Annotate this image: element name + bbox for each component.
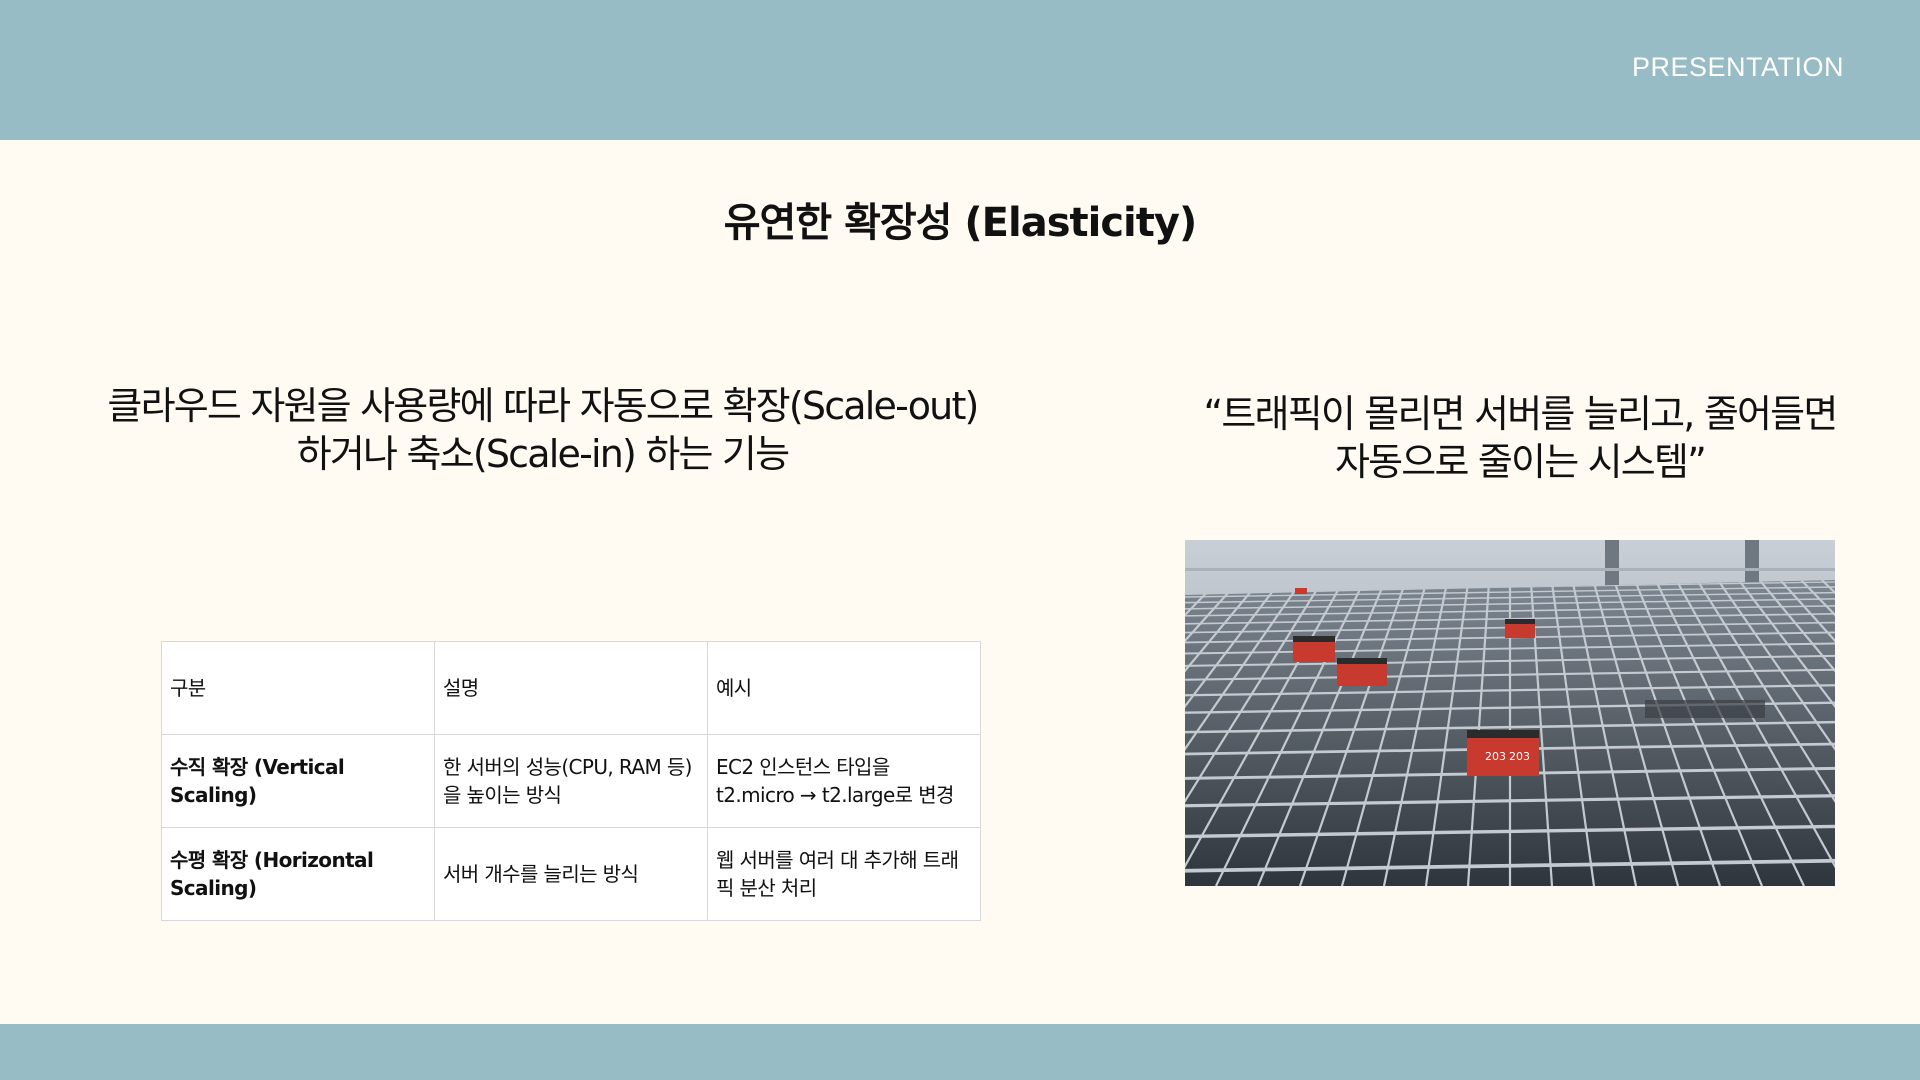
row-category-vertical: 수직 확장 (Vertical Scaling) <box>161 734 435 828</box>
lead-text: 클라우드 자원을 사용량에 따라 자동으로 확장(Scale-out) 하거나 … <box>100 382 985 478</box>
lead-line-1: 클라우드 자원을 사용량에 따라 자동으로 확장(Scale-out) <box>107 384 979 428</box>
robot <box>1295 588 1307 594</box>
brand-label: PRESENTATION <box>1631 52 1844 82</box>
row-example-vertical: EC2 인스턴스 타입을 t2.micro → t2.large로 변경 <box>707 734 981 828</box>
robot: 203 203 <box>1467 730 1539 776</box>
robot <box>1505 619 1535 638</box>
header-cell-example: 예시 <box>707 641 981 735</box>
header-cell-category: 구분 <box>161 641 435 735</box>
table-row: 수평 확장 (Horizontal Scaling) 서버 개수를 늘리는 방식… <box>161 827 981 921</box>
robot-label: 203 <box>1485 750 1506 763</box>
table-row: 수직 확장 (Vertical Scaling) 한 서버의 성능(CPU, R… <box>161 734 981 828</box>
row-description-vertical: 한 서버의 성능(CPU, RAM 등)을 높이는 방식 <box>434 734 708 828</box>
wall-pillar <box>1605 540 1619 590</box>
row-example-horizontal: 웹 서버를 여러 대 추가해 트래픽 분산 처리 <box>707 827 981 921</box>
robot <box>1337 658 1387 686</box>
wall-pillar <box>1745 540 1759 586</box>
quote-line-1: “트래픽이 몰리면 서버를 늘리고, 줄어들면 <box>1203 392 1838 436</box>
warehouse-illustration: 203 203 <box>1185 540 1835 886</box>
wall-rail <box>1185 568 1835 571</box>
row-category-horizontal: 수평 확장 (Horizontal Scaling) <box>161 827 435 921</box>
scaling-table: 구분 설명 예시 수직 확장 (Vertical Scaling) 한 서버의 … <box>161 641 981 921</box>
row-description-horizontal: 서버 개수를 늘리는 방식 <box>434 827 708 921</box>
footer-band <box>0 1024 1920 1080</box>
header-cell-description: 설명 <box>434 641 708 735</box>
robot-label: 203 <box>1509 750 1530 763</box>
slide-title: 유연한 확장성 (Elasticity) <box>723 200 1198 246</box>
table-header-row: 구분 설명 예시 <box>161 641 981 735</box>
quote-text: “트래픽이 몰리면 서버를 늘리고, 줄어들면 자동으로 줄이는 시스템” <box>1180 390 1860 486</box>
robot <box>1293 636 1335 662</box>
warehouse-robot-photo: 203 203 <box>1185 540 1835 886</box>
lead-line-2: 하거나 축소(Scale-in) 하는 기능 <box>296 432 790 476</box>
storage-bins <box>1645 700 1765 718</box>
quote-line-2: 자동으로 줄이는 시스템” <box>1334 440 1707 484</box>
